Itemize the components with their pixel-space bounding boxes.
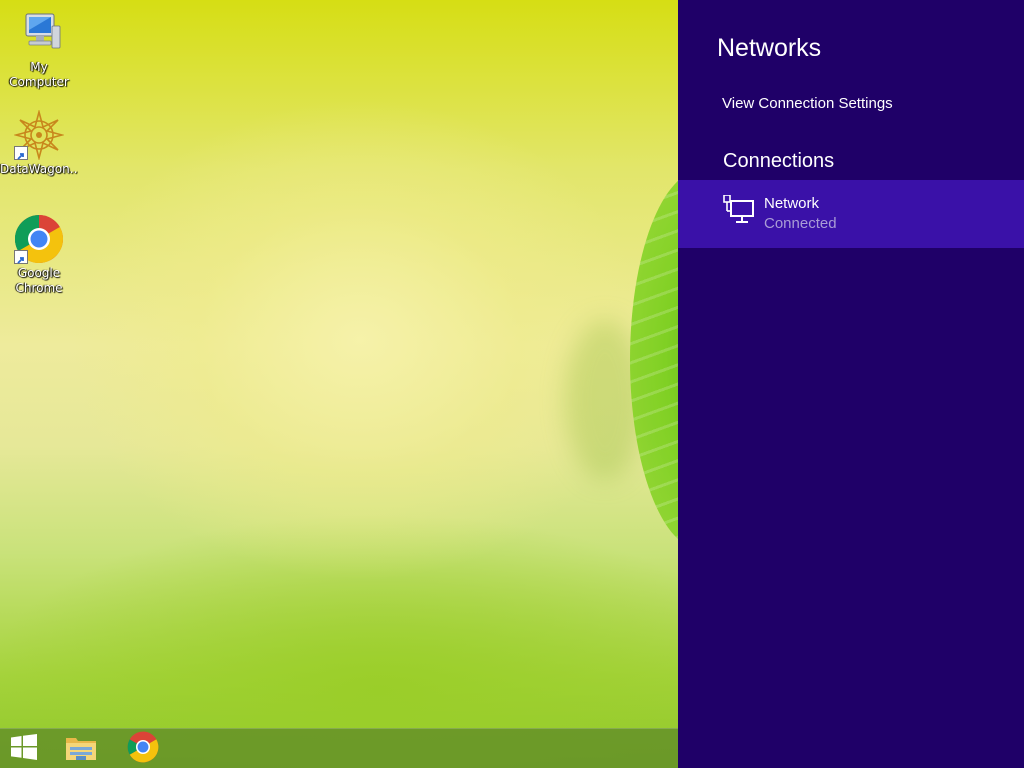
panel-title: Networks	[717, 34, 822, 62]
desktop-icon-label: Google Chrome	[15, 266, 63, 295]
start-button[interactable]	[0, 729, 48, 768]
chrome-icon	[127, 731, 159, 767]
shortcut-arrow-icon	[14, 146, 28, 160]
taskbar-chrome-button[interactable]	[119, 729, 167, 768]
screen: My Computer DataWagon... Google Chrome N…	[0, 0, 1024, 768]
file-explorer-icon	[64, 732, 98, 766]
wired-network-icon	[722, 194, 756, 225]
shortcut-arrow-icon	[14, 250, 28, 264]
datawagon-icon	[12, 108, 66, 162]
connection-item-network[interactable]: Network Connected	[678, 180, 1024, 248]
desktop-icon-label: DataWagon...	[0, 162, 78, 176]
taskbar-file-explorer-button[interactable]	[57, 729, 105, 768]
desktop-icon-my-computer[interactable]: My Computer	[0, 8, 78, 90]
desktop-icon-google-chrome[interactable]: Google Chrome	[0, 214, 78, 296]
connection-name: Network	[764, 195, 820, 212]
desktop-icon-datawagon[interactable]: DataWagon...	[0, 108, 78, 177]
connection-status: Connected	[764, 215, 837, 232]
connections-heading: Connections	[723, 150, 835, 172]
taskbar	[0, 728, 678, 768]
networks-panel: Networks View Connection Settings Connec…	[678, 0, 1024, 768]
computer-icon	[14, 8, 64, 58]
view-connection-settings-link[interactable]: View Connection Settings	[722, 95, 893, 112]
windows-start-icon	[10, 733, 38, 765]
desktop-icon-label: My Computer	[9, 60, 69, 89]
chrome-icon	[14, 214, 64, 264]
